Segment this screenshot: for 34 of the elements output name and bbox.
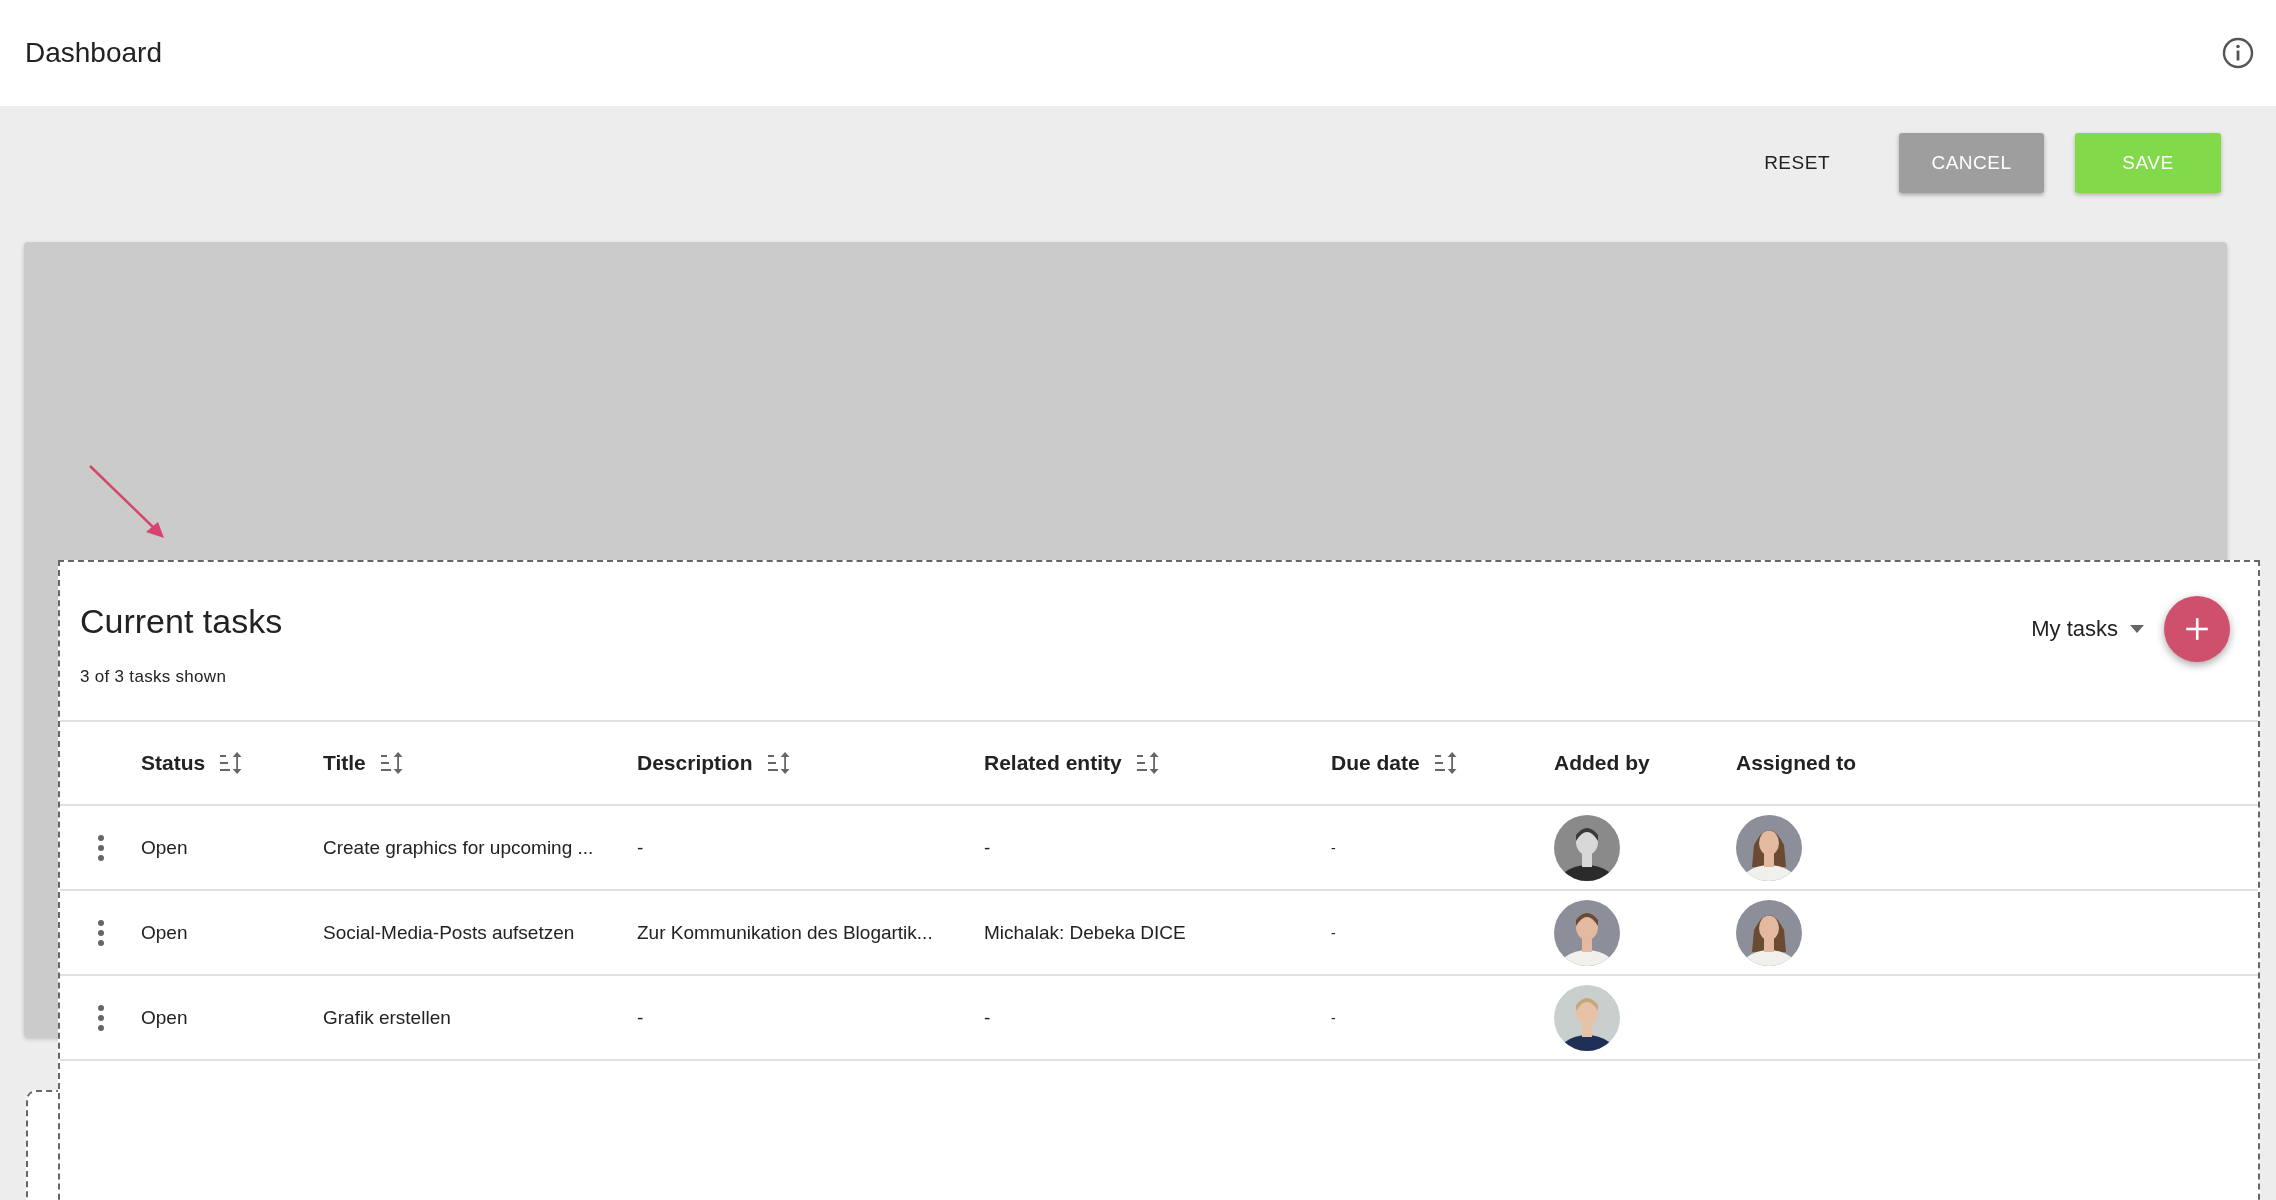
task-title: Grafik erstellen xyxy=(323,1006,451,1029)
filter-dropdown[interactable]: My tasks xyxy=(2031,616,2144,642)
more-icon[interactable] xyxy=(96,834,105,861)
column-header[interactable]: Added by xyxy=(1554,751,1650,775)
column-header[interactable]: Assigned to xyxy=(1736,751,1857,775)
caret-icon xyxy=(2130,625,2144,633)
task-description: - xyxy=(637,836,644,859)
column-header[interactable]: Related entity xyxy=(984,751,1162,775)
more-icon[interactable] xyxy=(96,1004,105,1031)
status-text: Open xyxy=(141,1006,188,1029)
info-icon[interactable] xyxy=(2222,37,2254,69)
status-text: Open xyxy=(141,921,188,944)
page-title: Dashboard xyxy=(25,37,162,69)
column-header[interactable]: Due date xyxy=(1331,751,1460,775)
card-title: Current tasks xyxy=(80,602,283,641)
column-header[interactable]: Description xyxy=(637,751,793,775)
more-icon[interactable] xyxy=(96,919,105,946)
due-date: - xyxy=(1331,924,1336,941)
plus-icon xyxy=(2184,616,2210,642)
due-date: - xyxy=(1331,1009,1336,1026)
tasks-count: 3 of 3 tasks shown xyxy=(80,667,228,687)
task-description: Zur Kommunikation des Blogartik... xyxy=(637,921,933,944)
due-date: - xyxy=(1331,839,1336,856)
related-entity: Michalak: Debeka DICE xyxy=(984,921,1186,944)
column-header[interactable]: Title xyxy=(323,751,406,775)
related-entity: - xyxy=(984,1006,991,1029)
related-entity: - xyxy=(984,836,991,859)
status-text: Open xyxy=(141,836,188,859)
task-description: - xyxy=(637,1006,644,1029)
task-title: Create graphics for upcoming ... xyxy=(323,836,594,859)
add-button[interactable] xyxy=(2164,596,2230,662)
column-header[interactable]: Status xyxy=(141,751,246,775)
reset-button[interactable]: RESET xyxy=(1726,133,1868,193)
task-title: Social-Media-Posts aufsetzen xyxy=(323,921,575,944)
